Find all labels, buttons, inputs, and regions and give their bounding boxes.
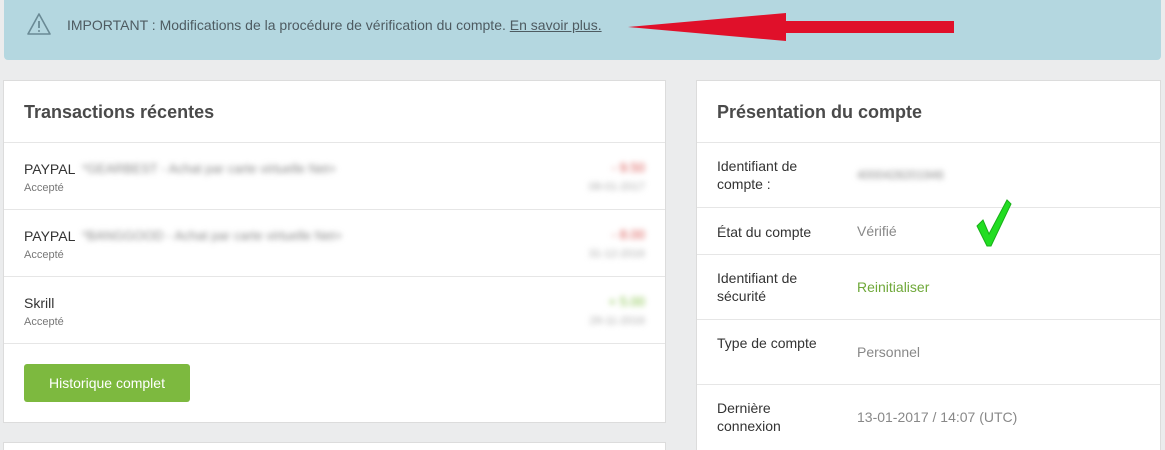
transaction-row[interactable]: PAYPAL *GEARBEST - Achat par carte virtu…	[4, 143, 665, 210]
transaction-status: Accepté	[24, 316, 64, 328]
transaction-date: 31-12-2016	[588, 248, 645, 260]
transaction-amount: - 9.50	[611, 160, 645, 175]
account-row-type: Type de compte Personnel	[697, 320, 1160, 385]
secondary-panel	[3, 442, 666, 450]
transaction-description: *BANGGOOD - Achat par carte virtuelle Ne…	[82, 228, 343, 243]
transaction-description: *GEARBEST - Achat par carte virtuelle Ne…	[82, 161, 337, 176]
account-overview-title: Présentation du compte	[697, 81, 1160, 143]
transaction-date: 29-11-2016	[589, 315, 645, 327]
full-history-button[interactable]: Historique complet	[24, 364, 190, 402]
alert-message: IMPORTANT : Modifications de la procédur…	[67, 17, 602, 33]
account-row-id: Identifiant de compte : 4000428201946	[697, 143, 1160, 208]
transaction-amount: + 5.00	[608, 294, 645, 309]
reset-security-link[interactable]: Reinitialiser	[857, 279, 929, 295]
account-type-label: Type de compte	[717, 335, 817, 351]
recent-transactions-title: Transactions récentes	[4, 81, 665, 143]
green-check-annotation	[976, 199, 1012, 247]
warning-triangle-icon	[27, 13, 51, 35]
account-status-label: État du compte	[717, 224, 812, 240]
transaction-date: 08-01-2017	[588, 181, 645, 193]
red-arrow-annotation	[628, 13, 954, 41]
account-row-status: État du compte Vérifié	[697, 199, 1160, 255]
security-id-label: Identifiant de sécurité	[717, 270, 798, 304]
recent-transactions-panel: Transactions récentes PAYPAL *GEARBEST -…	[3, 80, 666, 423]
last-login-value: 13-01-2017 / 14:07 (UTC)	[857, 409, 1018, 425]
account-row-security: Identifiant de sécurité Reinitialiser	[697, 255, 1160, 320]
transaction-merchant: PAYPAL	[24, 161, 76, 177]
account-row-last-login: Dernière connexion 13-01-2017 / 14:07 (U…	[697, 385, 1160, 450]
alert-banner: IMPORTANT : Modifications de la procédur…	[4, 0, 1161, 60]
transaction-amount: - 8.00	[611, 227, 645, 242]
transaction-status: Accepté	[24, 249, 64, 261]
account-id-label: Identifiant de compte :	[717, 158, 798, 192]
account-overview-panel: Présentation du compte Identifiant de co…	[696, 80, 1161, 450]
account-id-value: 4000428201946	[857, 168, 944, 182]
last-login-label: Dernière connexion	[717, 400, 781, 434]
transaction-status: Accepté	[24, 182, 64, 194]
alert-text: IMPORTANT : Modifications de la procédur…	[67, 17, 510, 33]
account-type-value: Personnel	[857, 344, 921, 360]
transaction-merchant: PAYPAL	[24, 228, 76, 244]
transaction-row[interactable]: Skrill Accepté + 5.00 29-11-2016	[4, 277, 665, 344]
transaction-row[interactable]: PAYPAL *BANGGOOD - Achat par carte virtu…	[4, 210, 665, 277]
account-status-value: Vérifié	[857, 223, 897, 239]
learn-more-link[interactable]: En savoir plus.	[510, 17, 602, 33]
transaction-merchant: Skrill	[24, 295, 55, 311]
